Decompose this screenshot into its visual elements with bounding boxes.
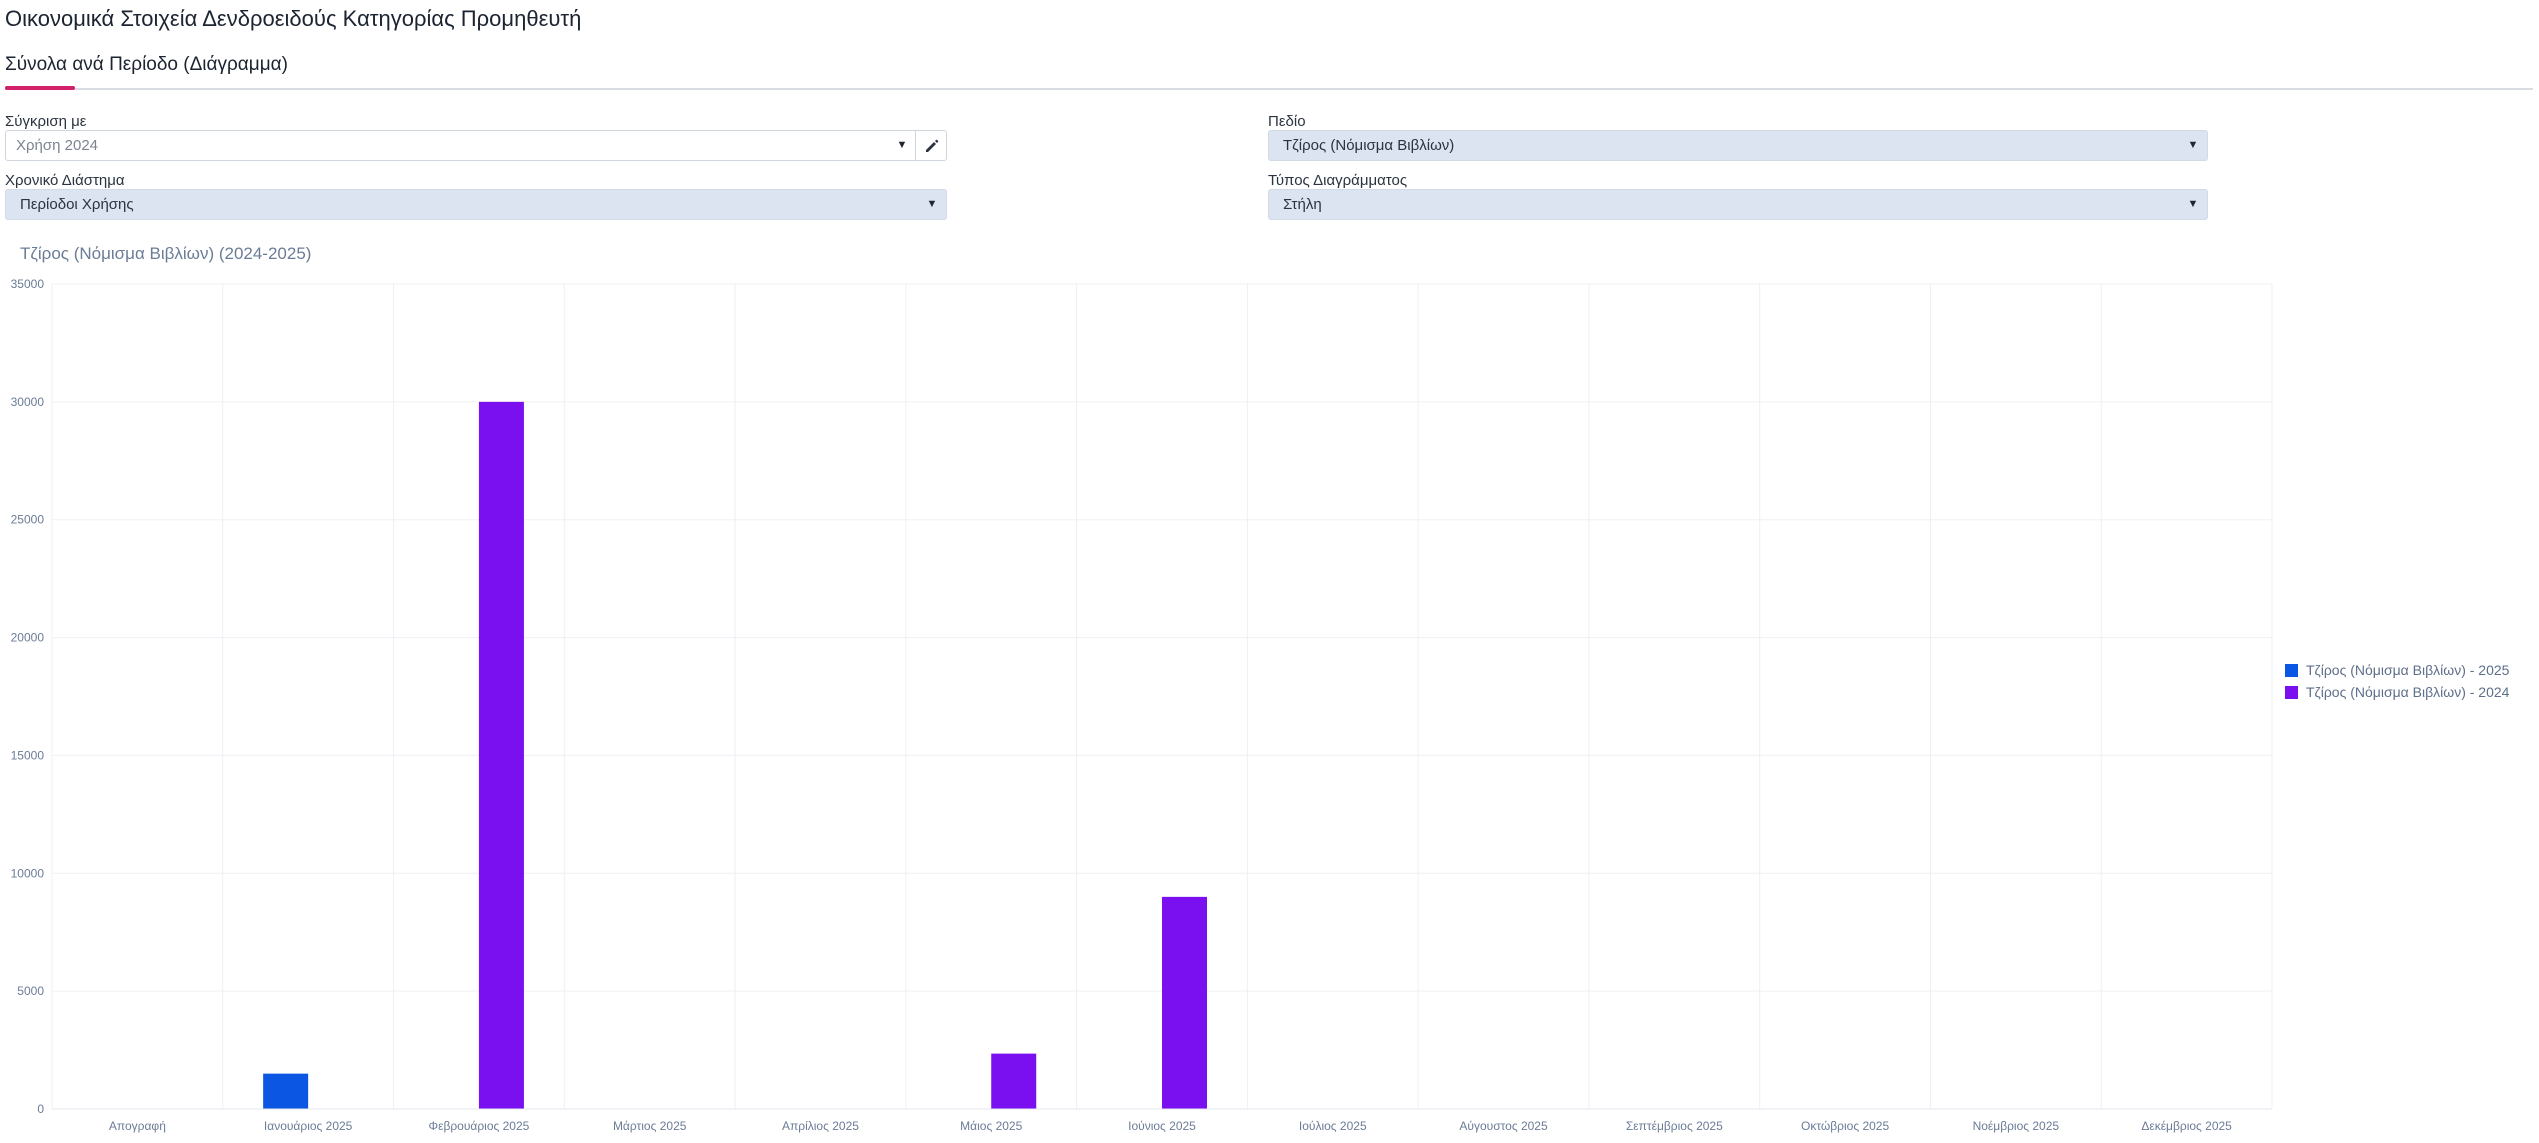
chevron-down-icon[interactable]: ▼: [892, 131, 912, 160]
bar-chart: 0 5000 10000 15000 20000 25000 30000 35000 Απογρ…: [11, 277, 2273, 1133]
compare-value: Χρήση 2024: [16, 137, 99, 154]
interval-select[interactable]: Περίοδοι Χρήσης ▼: [5, 189, 947, 220]
chart-type-label: Τύπος Διαγράμματος: [1268, 172, 1408, 189]
legend-swatch: [2285, 686, 2298, 699]
legend-item[interactable]: Τζίρος (Νόμισμα Βιβλίων) - 2024: [2285, 684, 2509, 700]
y-tick-label: 15000: [11, 748, 45, 762]
y-tick-label: 35000: [11, 277, 45, 291]
pencil-icon[interactable]: [916, 131, 946, 160]
x-tick-label: Ιανουάριος 2025: [264, 1119, 353, 1133]
y-tick-label: 5000: [17, 984, 44, 998]
x-tick-label: Ιούνιος 2025: [1128, 1119, 1196, 1133]
y-tick-label: 20000: [11, 631, 45, 645]
chart-type-select[interactable]: Στήλη ▼: [1268, 189, 2208, 220]
interval-value: Περίοδοι Χρήσης: [20, 196, 134, 213]
x-tick-label: Φεβρουάριος 2025: [429, 1119, 530, 1133]
field-select[interactable]: Τζίρος (Νόμισμα Βιβλίων) ▼: [1268, 130, 2208, 161]
x-tick-label: Αύγουστος 2025: [1459, 1119, 1548, 1133]
tab-bar: Σύνολα ανά Περίοδο (Διάγραμμα): [5, 48, 2533, 90]
compare-select[interactable]: Χρήση 2024 ▼: [5, 130, 947, 161]
x-tick-label: Μάρτιος 2025: [613, 1119, 687, 1133]
y-tick-label: 25000: [11, 513, 45, 527]
x-tick-label: Οκτώβριος 2025: [1801, 1119, 1889, 1133]
x-tick-label: Απρίλιος 2025: [782, 1119, 859, 1133]
x-tick-label: Σεπτέμβριος 2025: [1626, 1119, 1723, 1133]
legend-item[interactable]: Τζίρος (Νόμισμα Βιβλίων) - 2025: [2285, 662, 2509, 678]
x-tick-label: Απογραφή: [109, 1119, 166, 1133]
interval-label: Χρονικό Διάστημα: [5, 172, 125, 189]
field-value: Τζίρος (Νόμισμα Βιβλίων): [1283, 137, 1455, 154]
legend-swatch: [2285, 664, 2298, 677]
x-tick-label: Δεκέμβριος 2025: [2141, 1119, 2232, 1133]
x-tick-label: Μάιος 2025: [960, 1119, 1022, 1133]
x-tick-label: Ιούλιος 2025: [1299, 1119, 1367, 1133]
tab-totals-per-period[interactable]: Σύνολα ανά Περίοδο (Διάγραμμα): [5, 54, 288, 76]
tab-active-indicator: [5, 86, 75, 90]
bar: [478, 401, 524, 1109]
field-label: Πεδίο: [1268, 113, 1306, 130]
compare-label: Σύγκριση με: [5, 113, 87, 130]
page-title: Οικονομικά Στοιχεία Δενδροειδούς Κατηγορ…: [5, 6, 582, 31]
chevron-down-icon[interactable]: ▼: [2183, 131, 2203, 160]
chart-type-value: Στήλη: [1283, 196, 1322, 213]
bar: [991, 1053, 1037, 1109]
legend-label: Τζίρος (Νόμισμα Βιβλίων) - 2024: [2306, 684, 2510, 700]
legend-label: Τζίρος (Νόμισμα Βιβλίων) - 2025: [2306, 662, 2510, 678]
bar: [1162, 896, 1207, 1109]
chevron-down-icon[interactable]: ▼: [922, 190, 942, 219]
y-tick-label: 10000: [11, 866, 45, 880]
y-tick-label: 30000: [11, 395, 45, 409]
bar: [263, 1073, 309, 1109]
chevron-down-icon[interactable]: ▼: [2183, 190, 2203, 219]
x-tick-label: Νοέμβριος 2025: [1973, 1119, 2060, 1133]
y-tick-label: 0: [37, 1102, 44, 1116]
